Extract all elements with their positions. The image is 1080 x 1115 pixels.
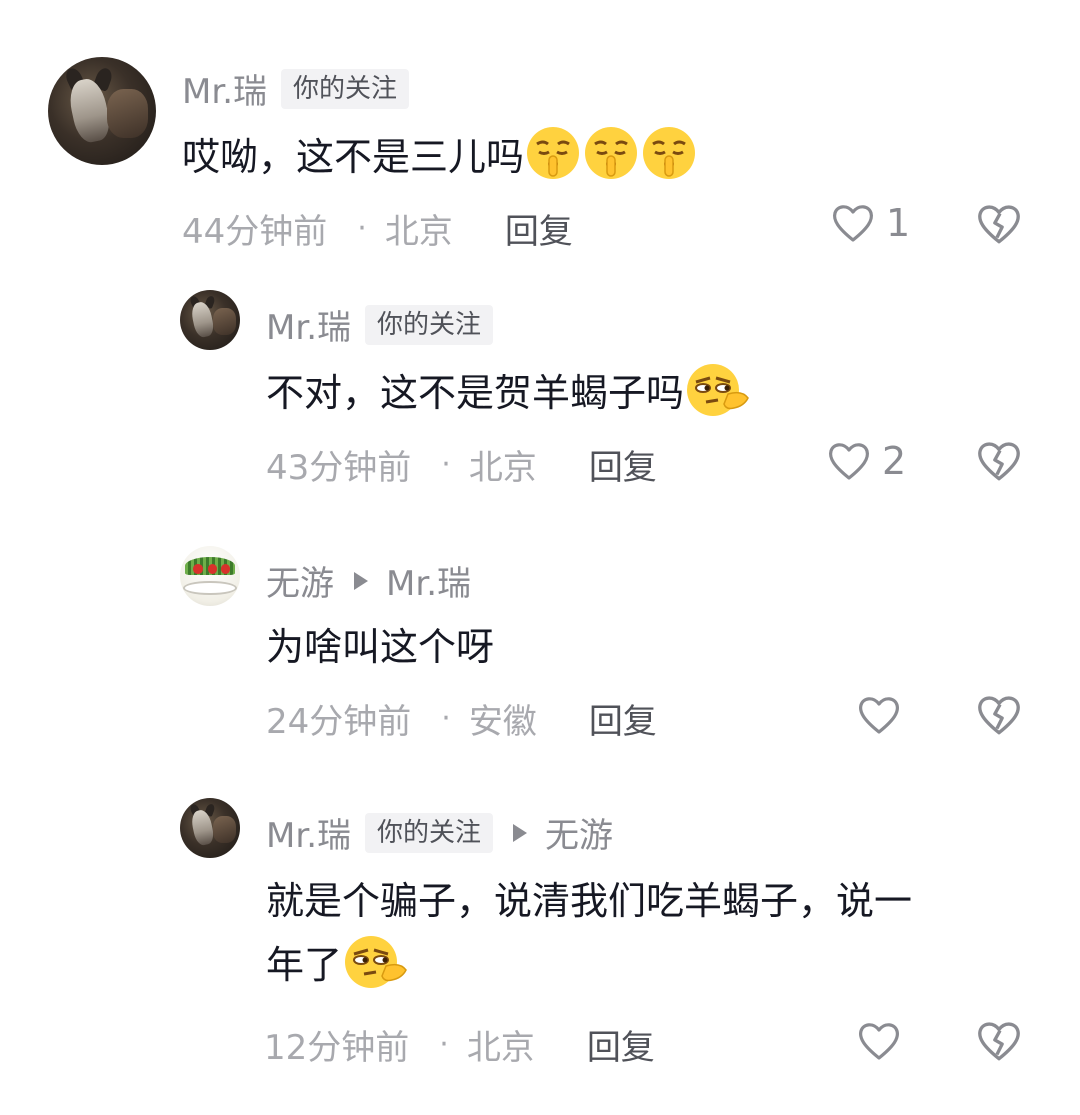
reply-button[interactable]: 回复 — [587, 1020, 655, 1069]
avatar[interactable] — [180, 798, 240, 858]
heart-icon — [856, 1018, 902, 1064]
comment-text: 不对，这不是贺羊蝎子吗 — [266, 360, 752, 424]
like-button[interactable] — [856, 1018, 912, 1064]
author-name[interactable]: 无游 — [266, 556, 334, 605]
comment-meta: 43分钟前 · 北京 回复 — [266, 440, 657, 489]
shush-emoji — [582, 124, 640, 182]
dislike-button[interactable] — [975, 437, 1023, 485]
side-eye-emoji — [684, 360, 752, 418]
side-eye-emoji — [342, 932, 410, 990]
comment-text: 就是个骗子，说清我们吃羊蝎子，说一 年了 — [266, 870, 912, 996]
comment-time: 43分钟前 — [266, 448, 412, 488]
heart-icon — [826, 438, 872, 484]
broken-heart-icon — [975, 437, 1023, 485]
author-name[interactable]: Mr.瑞 — [266, 808, 351, 857]
broken-heart-icon — [975, 691, 1023, 739]
comment-location: 安徽 — [468, 702, 537, 742]
shush-emoji — [524, 124, 582, 182]
comment-meta: 12分钟前 · 北京 回复 — [264, 1020, 655, 1069]
reply-to-name[interactable]: 无游 — [545, 808, 613, 857]
comment-text: 哎呦，这不是三儿吗 — [182, 124, 698, 188]
avatar[interactable] — [180, 546, 240, 606]
like-button[interactable] — [856, 692, 912, 738]
reply-arrow-icon — [513, 823, 528, 842]
dislike-button[interactable] — [975, 691, 1023, 739]
comment-time: 44分钟前 — [182, 212, 328, 252]
follow-badge: 你的关注 — [281, 68, 410, 109]
author-name[interactable]: Mr.瑞 — [266, 300, 351, 349]
comment-location: 北京 — [468, 448, 537, 488]
separator-dot: · — [441, 701, 451, 736]
comment-meta: 24分钟前 · 安徽 回复 — [266, 694, 657, 743]
follow-badge: 你的关注 — [365, 812, 494, 853]
broken-heart-icon — [975, 200, 1023, 248]
avatar[interactable] — [48, 57, 156, 165]
like-button[interactable]: 1 — [830, 200, 910, 246]
like-count: 2 — [882, 439, 907, 483]
comment-author[interactable]: 无游 Mr.瑞 — [266, 556, 471, 605]
shush-emoji — [640, 124, 698, 182]
comment-time: 24分钟前 — [266, 702, 412, 742]
like-button[interactable]: 2 — [826, 438, 906, 484]
follow-badge: 你的关注 — [365, 304, 494, 345]
dislike-button[interactable] — [975, 200, 1023, 248]
comment-meta: 44分钟前 · 北京 回复 — [182, 204, 573, 253]
separator-dot: · — [357, 211, 367, 246]
reply-arrow-icon — [354, 571, 368, 590]
separator-dot: · — [441, 447, 451, 482]
heart-icon — [856, 692, 902, 738]
dislike-button[interactable] — [975, 1017, 1023, 1065]
heart-icon — [830, 200, 876, 246]
separator-dot: · — [439, 1027, 449, 1062]
reply-to-name[interactable]: Mr.瑞 — [386, 556, 471, 605]
comment-author[interactable]: Mr.瑞 你的关注 无游 — [266, 808, 613, 857]
comment-location: 北京 — [384, 212, 453, 252]
author-name[interactable]: Mr.瑞 — [182, 64, 267, 113]
comment-location: 北京 — [466, 1028, 535, 1068]
comment-author[interactable]: Mr.瑞 你的关注 — [266, 300, 494, 349]
reply-button[interactable]: 回复 — [589, 694, 657, 743]
broken-heart-icon — [975, 1017, 1023, 1065]
reply-button[interactable]: 回复 — [505, 204, 573, 253]
comment-text: 为啥叫这个呀 — [266, 625, 495, 669]
like-count: 1 — [886, 201, 911, 245]
comment-time: 12分钟前 — [264, 1028, 410, 1068]
comment-author[interactable]: Mr.瑞 你的关注 — [182, 64, 410, 113]
reply-button[interactable]: 回复 — [589, 440, 657, 489]
avatar[interactable] — [180, 290, 240, 350]
comment-text-line-2: 年了 — [266, 932, 912, 996]
comment-text-line-1: 就是个骗子，说清我们吃羊蝎子，说一 — [266, 879, 913, 923]
